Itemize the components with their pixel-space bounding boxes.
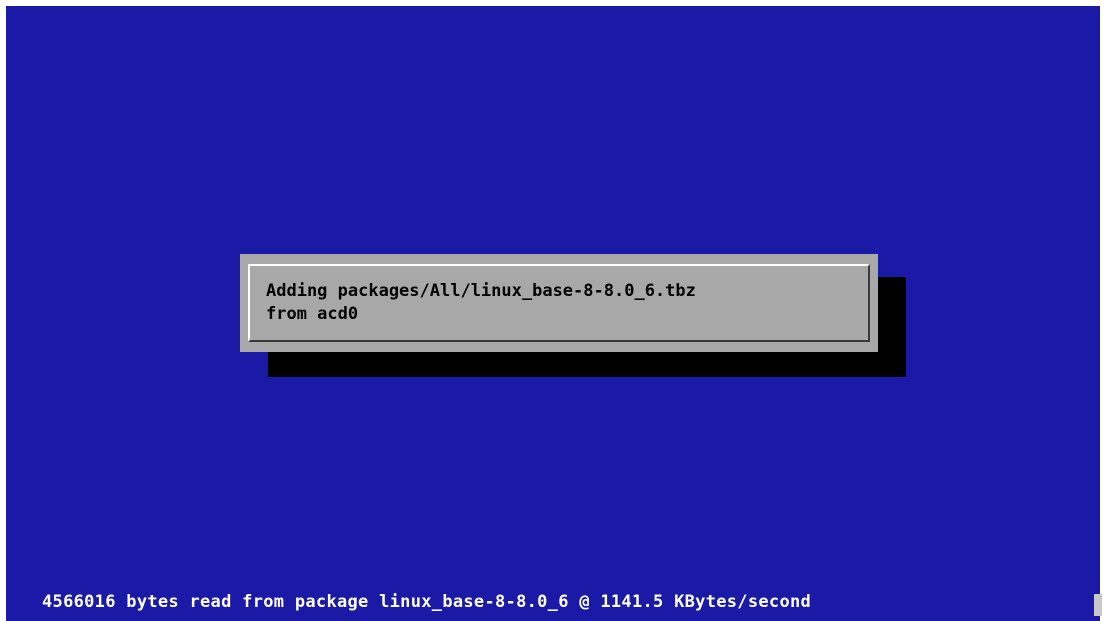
dialog-message-line-2: from acd0 (266, 304, 359, 324)
console-screen: Adding packages/All/linux_base-8-8.0_6.t… (6, 6, 1100, 621)
status-line: 4566016 bytes read from package linux_ba… (42, 592, 812, 612)
dialog-message-line-1: Adding packages/All/linux_base-8-8.0_6.t… (266, 281, 696, 301)
progress-dialog: Adding packages/All/linux_base-8-8.0_6.t… (240, 254, 878, 352)
cursor-block (1094, 594, 1102, 616)
dialog-message: Adding packages/All/linux_base-8-8.0_6.t… (266, 280, 696, 326)
